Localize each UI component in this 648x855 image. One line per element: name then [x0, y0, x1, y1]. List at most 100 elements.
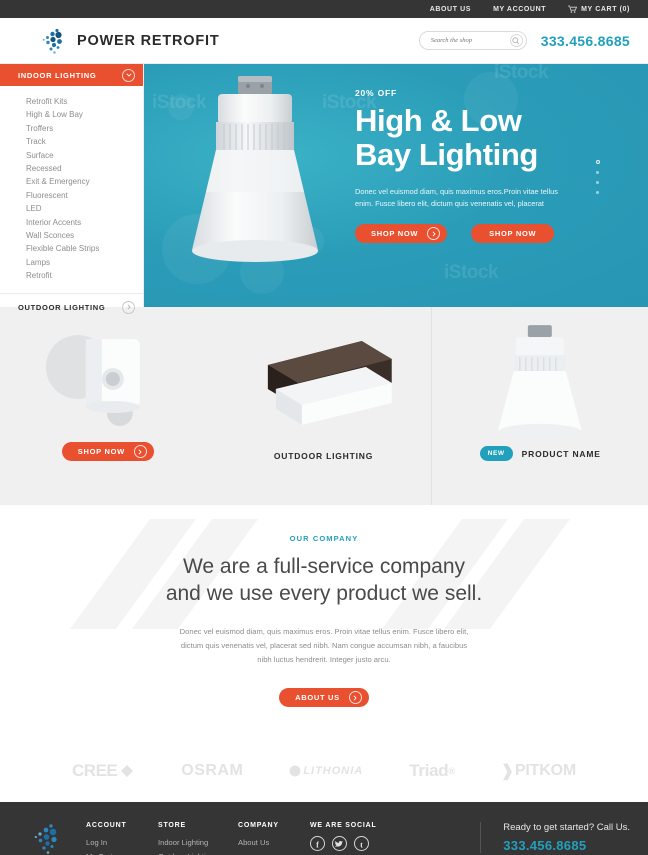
hero-copy: 20% OFF High & Low Bay Lighting Donec ve…	[355, 88, 595, 243]
tile-product-footer: NEW PRODUCT NAME	[479, 446, 601, 461]
sidebar-item-fluorescent[interactable]: Fluorescent	[26, 189, 143, 202]
footer-cta-phone[interactable]: 333.456.8685	[503, 838, 630, 853]
top-link-about-us[interactable]: ABOUT US	[430, 6, 471, 13]
arrow-right-icon	[427, 227, 441, 240]
new-badge: NEW	[479, 446, 513, 461]
company-title-line2: and we use every product we sell.	[165, 582, 483, 605]
product-tiles: SHOP NOW OUTDOOR LIGHTING NEW PRODUCT NA…	[0, 307, 648, 505]
sidebar-item-troffers[interactable]: Troffers	[26, 122, 143, 135]
slider-dot[interactable]	[596, 191, 599, 194]
top-link-my-cart-label: MY CART (0)	[581, 5, 630, 13]
about-us-button[interactable]: ABOUT US	[279, 688, 369, 707]
slider-dot-active[interactable]	[596, 160, 600, 164]
tile-wall-light-footer: SHOP NOW	[61, 442, 154, 461]
brand-logo-lithonia: LITHONIA	[289, 765, 363, 777]
high-bay-product-image	[432, 307, 648, 457]
site-footer: ACCOUNT Log In My Cart Order Status STOR…	[0, 802, 648, 855]
hero-body-text: Donec vel euismod diam, quis maximus ero…	[355, 187, 558, 208]
brand-name: POWER RETROFIT	[77, 32, 220, 49]
tile-outdoor-lighting[interactable]: OUTDOOR LIGHTING	[216, 307, 432, 505]
footer-link-indoor-lighting[interactable]: Indoor Lighting	[158, 836, 238, 850]
hero-title-line1: High & Low	[355, 103, 522, 138]
sidebar-item-high-low-bay[interactable]: High & Low Bay	[26, 108, 143, 121]
twitter-icon[interactable]	[332, 836, 347, 851]
facebook-icon[interactable]: f	[310, 836, 325, 851]
sidebar-item-recessed[interactable]: Recessed	[26, 162, 143, 175]
footer-column-account: ACCOUNT Log In My Cart Order Status	[86, 822, 158, 855]
top-utility-bar: ABOUT US MY ACCOUNT MY CART (0)	[0, 0, 648, 18]
header-right: 333.456.8685	[418, 31, 630, 50]
cart-icon	[568, 5, 578, 13]
brand-logo-osram: OSRAM	[181, 762, 244, 779]
brand-logo-cree: CREE	[72, 761, 135, 781]
footer-column-company-title: COMPANY	[238, 822, 279, 829]
footer-link-my-cart[interactable]: My Cart	[86, 850, 158, 855]
outdoor-ceiling-light-image	[216, 307, 432, 457]
sidebar-item-exit-emergency[interactable]: Exit & Emergency	[26, 175, 143, 188]
sidebar-header-indoor-lighting[interactable]: INDOOR LIGHTING	[0, 64, 143, 86]
istock-watermark: iStock	[444, 262, 499, 283]
footer-link-log-in[interactable]: Log In	[86, 836, 158, 850]
footer-column-store-title: STORE	[158, 822, 186, 829]
search-input[interactable]	[430, 37, 510, 44]
slider-dot[interactable]	[596, 181, 599, 184]
brand-logo-pitkom: ❱ PITKOM	[500, 762, 576, 780]
sidebar-item-surface[interactable]: Surface	[26, 149, 143, 162]
brand-logo-triad: Triad ®	[409, 761, 455, 780]
tile-product-name[interactable]: NEW PRODUCT NAME	[431, 307, 648, 505]
sidebar-item-retrofit[interactable]: Retrofit	[26, 269, 143, 282]
sidebar-item-wall-sconces[interactable]: Wall Sconces	[26, 229, 143, 242]
tile-wall-light[interactable]: SHOP NOW	[0, 307, 216, 505]
footer-dots-icon	[34, 822, 64, 855]
chevron-down-icon[interactable]	[122, 68, 135, 82]
arrow-right-icon	[133, 445, 147, 458]
istock-watermark: iStock	[494, 64, 549, 83]
hero-shop-now-primary-button[interactable]: SHOP NOW	[355, 224, 448, 243]
brand-logos: CREE OSRAM LITHONIA Triad ® ❱ PITKOM	[0, 740, 648, 802]
sidebar-item-led[interactable]: LED	[26, 202, 143, 215]
sidebar-item-lamps[interactable]: Lamps	[26, 256, 143, 269]
tile-shop-now-label: SHOP NOW	[77, 447, 125, 456]
sidebar-item-list: Retrofit Kits High & Low Bay Troffers Tr…	[0, 86, 143, 291]
top-link-my-account[interactable]: MY ACCOUNT	[493, 6, 546, 13]
hero-shop-now-primary-label: SHOP NOW	[371, 229, 419, 238]
tumblr-icon[interactable]: t	[354, 836, 369, 851]
arrow-right-icon	[348, 691, 362, 704]
page-root: ABOUT US MY ACCOUNT MY CART (0) POWER RE…	[0, 0, 648, 855]
hero-eyebrow: 20% OFF	[355, 88, 397, 98]
search-icon[interactable]	[509, 34, 523, 47]
sidebar-item-track[interactable]: Track	[26, 135, 143, 148]
footer-cta: Ready to get started? Call Us. 333.456.8…	[480, 822, 630, 853]
footer-link-outdoor-lighting[interactable]: Outdoor Lighting	[158, 850, 238, 855]
slider-dot[interactable]	[596, 171, 599, 174]
sidebar-item-retrofit-kits[interactable]: Retrofit Kits	[26, 95, 143, 108]
footer-columns: ACCOUNT Log In My Cart Order Status STOR…	[86, 822, 472, 855]
svg-text:t: t	[360, 840, 363, 849]
logo[interactable]: POWER RETROFIT	[42, 27, 220, 55]
sidebar-item-flexible-cable-strips[interactable]: Flexible Cable Strips	[26, 242, 143, 255]
category-sidebar: INDOOR LIGHTING Retrofit Kits High & Low…	[0, 64, 144, 314]
power-retrofit-dots-icon	[42, 27, 68, 55]
footer-link-about-us[interactable]: About Us	[238, 836, 310, 850]
footer-column-company: COMPANY About Us	[238, 822, 310, 855]
hero-slider-dots[interactable]	[596, 160, 600, 201]
sidebar-header-indoor-label: INDOOR LIGHTING	[18, 70, 97, 80]
footer-cta-text: Ready to get started? Call Us.	[503, 822, 630, 833]
svg-text:f: f	[316, 840, 319, 849]
tile-outdoor-footer: OUTDOOR LIGHTING	[274, 451, 373, 461]
high-bay-lamp-image	[180, 74, 330, 264]
hero-banner: iStock iStock iStock iStock 20% OFF High…	[144, 64, 648, 307]
main-row: INDOOR LIGHTING Retrofit Kits High & Low…	[0, 64, 648, 314]
header-phone[interactable]: 333.456.8685	[541, 33, 630, 49]
footer-column-store: STORE Indoor Lighting Outdoor Lighting	[158, 822, 238, 855]
hero-shop-now-secondary-label: SHOP NOW	[489, 229, 537, 238]
sidebar-item-interior-accents[interactable]: Interior Accents	[26, 216, 143, 229]
search-box[interactable]	[418, 31, 527, 50]
footer-column-social: WE ARE SOCIAL f t	[310, 822, 400, 855]
tile-outdoor-label: OUTDOOR LIGHTING	[273, 451, 374, 461]
top-link-my-cart[interactable]: MY CART (0)	[568, 5, 630, 13]
company-title-line1: We are a full-service company	[182, 555, 466, 578]
tile-shop-now-button[interactable]: SHOP NOW	[61, 442, 154, 461]
company-body-text: Donec vel euismod diam, quis maximus ero…	[179, 627, 469, 664]
hero-shop-now-secondary-button[interactable]: SHOP NOW	[471, 224, 555, 243]
